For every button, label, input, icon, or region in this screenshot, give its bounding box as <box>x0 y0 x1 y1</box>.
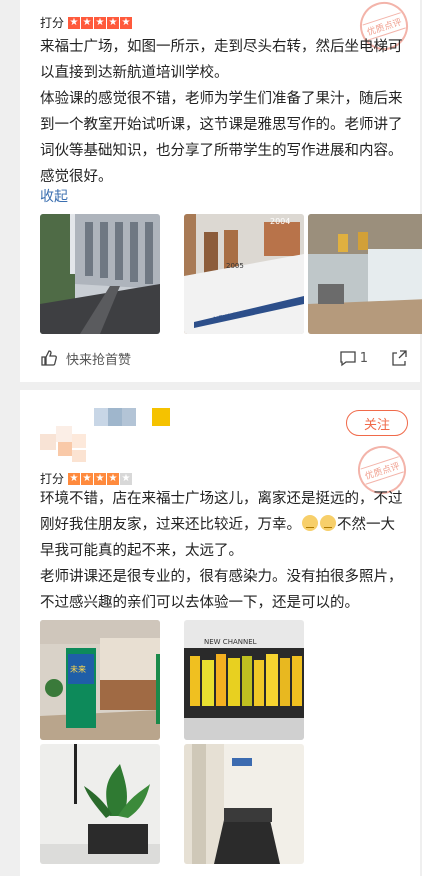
review-paragraph: 来福士广场，如图一所示，走到尽头右转，然后坐电梯可以直接到达新航道培训学校。 <box>40 39 403 81</box>
review-photo[interactable]: 未来 <box>40 620 160 740</box>
like-button[interactable]: 快来抢首赞 <box>40 349 131 368</box>
follow-button[interactable]: 关注 <box>346 410 408 436</box>
star-rating: ★ ★ ★ ★ ★ <box>68 472 133 485</box>
review-card-1: 打分 ★ ★ ★ ★ ★ 优质点评 来福士广场，如图一所示，走到尽头右转，然后坐… <box>20 0 422 382</box>
star-icon: ★ <box>94 16 107 29</box>
star-icon: ★ <box>68 16 81 29</box>
reception-area-image: 未来 <box>40 620 160 740</box>
star-icon: ★ <box>107 16 120 29</box>
photo-sign-text: NEW CHANNEL <box>204 638 257 646</box>
review-card-2: 关注 优质点评 打分 ★ ★ ★ ★ ★ 环境不错，店在来福士广场这儿，离家还是… <box>20 390 420 876</box>
review-actions: 快来抢首赞 1 <box>40 346 408 370</box>
review-text: 来福士广场，如图一所示，走到尽头右转，然后坐电梯可以直接到达新航道培训学校。 体… <box>40 34 408 190</box>
score-label: 打分 <box>40 472 65 486</box>
lobby-interior-image <box>308 214 422 334</box>
review-photo[interactable] <box>40 214 160 334</box>
review-photo[interactable]: NEW CHANNEL <box>184 620 304 740</box>
rating-row: 打分 ★ ★ ★ ★ ★ <box>40 470 133 487</box>
collapse-link[interactable]: 收起 <box>40 186 68 206</box>
star-icon: ★ <box>81 472 94 485</box>
review-photo[interactable] <box>40 744 160 864</box>
star-icon: ★ <box>68 472 81 485</box>
review-photo[interactable]: 2004 2005 NEW CHANNEL <box>184 214 304 334</box>
review-paragraph: 环境不错，店在来福士广场这儿，离家还是挺远的，不过刚好我住朋友家，过来还比较近，… <box>40 491 403 559</box>
review-photo[interactable] <box>308 214 422 334</box>
star-icon: ★ <box>81 16 94 29</box>
username[interactable] <box>94 406 174 428</box>
star-rating: ★ ★ ★ ★ ★ <box>68 16 133 29</box>
hallway-wall-image: 2004 2005 NEW CHANNEL <box>184 214 304 334</box>
comment-button[interactable]: 1 <box>339 349 368 367</box>
review-text: 环境不错，店在来福士广场这儿，离家还是挺远的，不过刚好我住朋友家，过来还比较近，… <box>40 486 408 616</box>
like-label: 快来抢首赞 <box>66 352 132 368</box>
review-photo[interactable] <box>184 744 304 864</box>
star-icon: ★ <box>120 16 133 29</box>
star-icon: ★ <box>94 472 107 485</box>
photo-sign-text: 未来 <box>70 664 86 674</box>
bookshelf-image: NEW CHANNEL <box>184 620 304 740</box>
share-icon[interactable] <box>390 349 408 367</box>
room-chair-image <box>184 744 304 864</box>
star-icon: ★ <box>120 472 133 485</box>
smile-emoji-icon <box>320 515 336 531</box>
photo-sign-text: 2004 <box>270 217 290 226</box>
thumbs-up-icon <box>41 350 57 366</box>
rating-row: 打分 ★ ★ ★ ★ ★ <box>40 14 133 31</box>
classroom-plant-image <box>40 744 160 864</box>
photo-sign-text: 2005 <box>226 262 244 270</box>
star-icon: ★ <box>107 472 120 485</box>
review-paragraph: 老师讲课还是很专业的，很有感染力。没有拍很多照片，不过感兴趣的亲们可以去体验一下… <box>40 569 403 611</box>
building-exterior-image <box>40 214 160 334</box>
review-paragraph: 体验课的感觉很不错，老师为学生们准备了果汁，随后来到一个教室开始试听课，这节课是… <box>40 91 403 185</box>
smile-emoji-icon <box>302 515 318 531</box>
comment-icon <box>340 351 356 367</box>
comment-count: 1 <box>359 350 368 366</box>
score-label: 打分 <box>40 16 65 30</box>
